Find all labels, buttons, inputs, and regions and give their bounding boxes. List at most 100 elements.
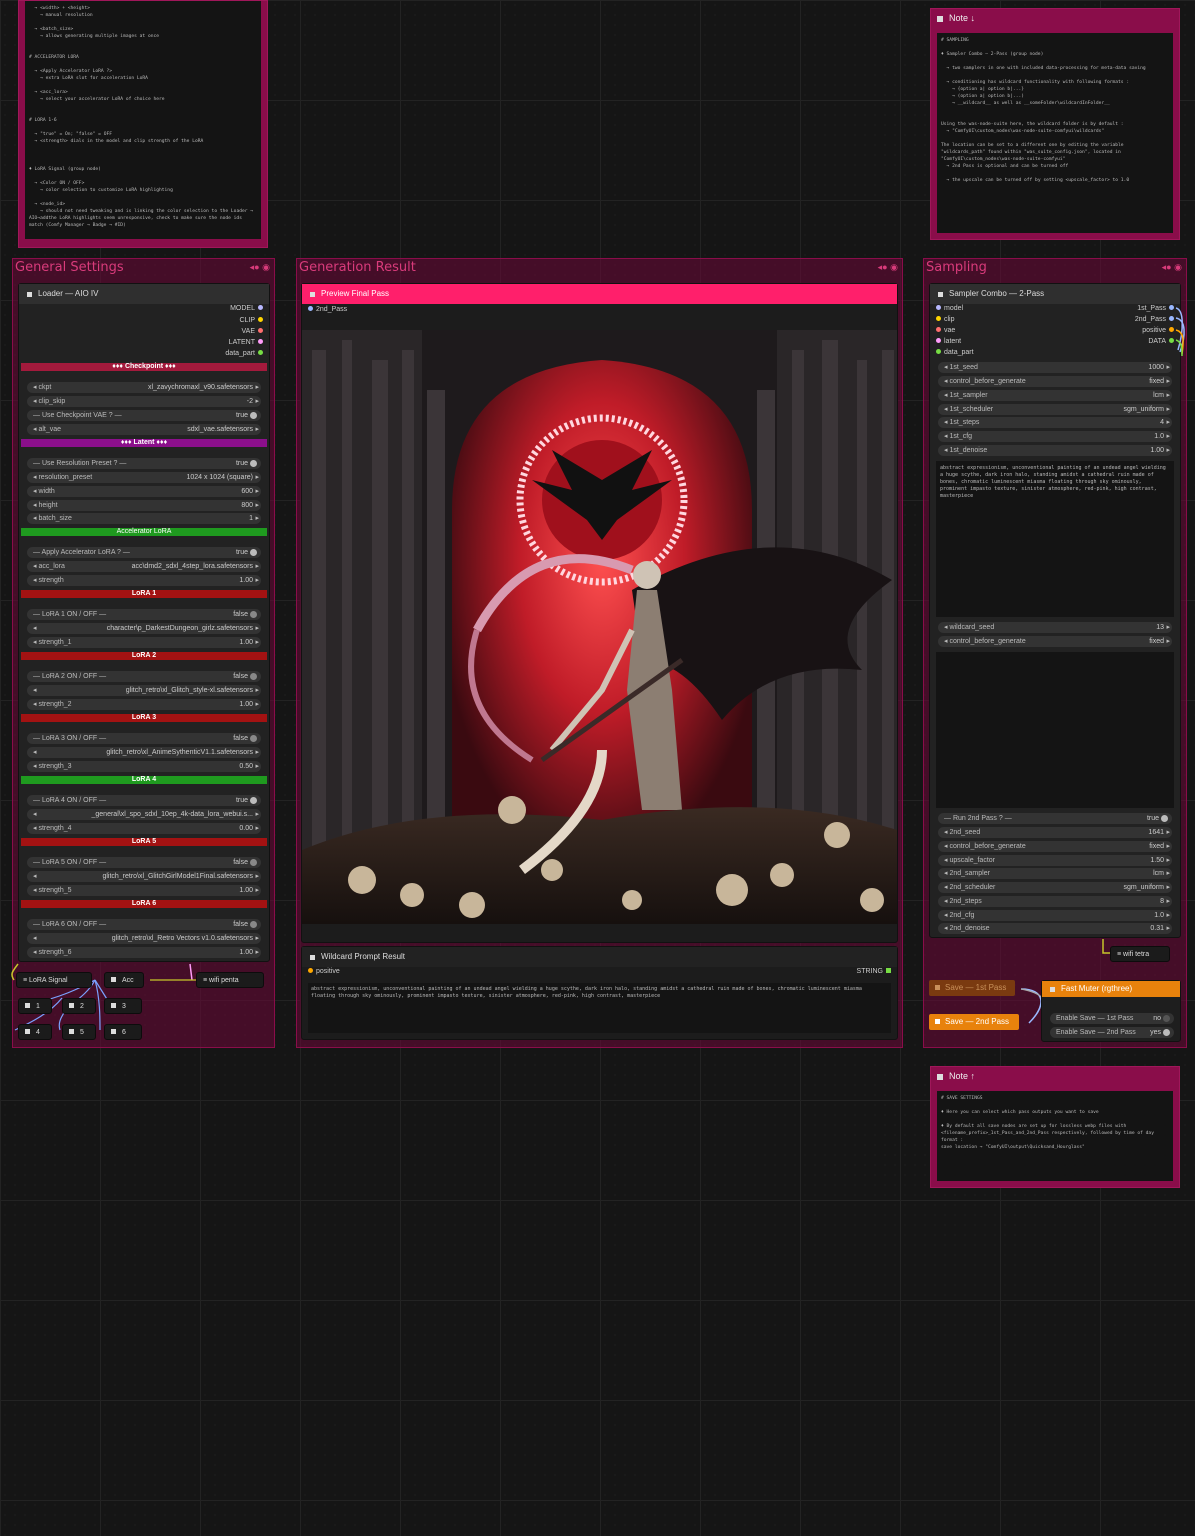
input-latent[interactable]: latent xyxy=(936,338,961,345)
signal-node-4[interactable]: 4 xyxy=(18,1024,52,1040)
width-widget[interactable]: ◂ width 600 ▸ xyxy=(27,486,261,497)
enable-save-2nd-toggle[interactable]: Enable Save — 2nd Pass yes xyxy=(1050,1027,1174,1038)
output-dot[interactable] xyxy=(258,328,263,333)
pin-icon[interactable]: ◂● xyxy=(878,262,888,272)
acc-strength-widget[interactable]: ◂ strength 1.00 ▸ xyxy=(27,575,261,586)
control-before-generate-widget[interactable]: ◂ control_before_generate fixed ▸ xyxy=(938,376,1172,387)
input-vae[interactable]: vae xyxy=(936,327,955,334)
1st-sampler-widget[interactable]: ◂ 1st_sampler lcm ▸ xyxy=(938,390,1172,401)
2nd-denoise-widget[interactable]: ◂ 2nd_denoise 0.31 ▸ xyxy=(938,923,1172,934)
2nd-sampler-widget[interactable]: ◂ 2nd_sampler lcm ▸ xyxy=(938,868,1172,879)
ckpt-widget[interactable]: ◂ ckpt xl_zavychromaxl_v90.safetensors ▸ xyxy=(27,382,261,393)
save-1st-pass-node[interactable]: Save — 1st Pass xyxy=(929,980,1015,996)
signal-node-3[interactable]: 3 xyxy=(104,998,142,1014)
lora-4-file[interactable]: ◂ _general\xl_spo_sdxl_10ep_4k-data_lora_… xyxy=(27,809,261,820)
eye-icon[interactable]: ◉ xyxy=(890,262,898,272)
lora-4-strength[interactable]: ◂ strength_4 0.00 ▸ xyxy=(27,823,261,834)
signal-node-1[interactable]: 1 xyxy=(18,998,52,1014)
wildcard-seed-widget[interactable]: ◂ wildcard_seed 13 ▸ xyxy=(938,622,1172,633)
wildcard-result-node[interactable]: Wildcard Prompt Result positive STRING a… xyxy=(301,946,898,1040)
lora-1-toggle[interactable]: — LoRA 1 ON / OFF — false xyxy=(27,609,261,620)
use-vae-toggle[interactable]: — Use Checkpoint VAE ? — true xyxy=(27,410,261,421)
loader-node[interactable]: Loader — AIO IV MODEL CLIP VAE LATENT da… xyxy=(18,283,270,962)
preview-node[interactable]: Preview Final Pass 2nd_Pass xyxy=(301,283,898,943)
1st-seed-widget[interactable]: ◂ 1st_seed 1000 ▸ xyxy=(938,362,1172,373)
lora-5-file[interactable]: ◂ glitch_retro\xl_GlitchGirlModel1Final.s… xyxy=(27,871,261,882)
output-dot[interactable] xyxy=(886,968,891,973)
output-model[interactable]: MODEL xyxy=(230,305,263,312)
node-header[interactable]: Sampler Combo — 2-Pass xyxy=(930,284,1180,304)
apply-accelerator-toggle[interactable]: — Apply Accelerator LoRA ? — true xyxy=(27,547,261,558)
lora-5-toggle[interactable]: — LoRA 5 ON / OFF — false xyxy=(27,857,261,868)
lora-1-strength[interactable]: ◂ strength_1 1.00 ▸ xyxy=(27,637,261,648)
pin-icon[interactable]: ◂● xyxy=(1162,262,1172,272)
save-2nd-pass-node[interactable]: Save — 2nd Pass xyxy=(929,1014,1019,1030)
lora-3-file[interactable]: ◂ glitch_retro\xl_AnimeSythenticV1.1.safe… xyxy=(27,747,261,758)
signal-node-2[interactable]: 2 xyxy=(62,998,96,1014)
1st-steps-widget[interactable]: ◂ 1st_steps 4 ▸ xyxy=(938,417,1172,428)
resolution-preset-widget[interactable]: ◂ resolution_preset 1024 x 1024 (square) ▸ xyxy=(27,472,261,483)
output-latent[interactable]: LATENT xyxy=(229,339,263,346)
pin-icon[interactable]: ◂● xyxy=(250,262,260,272)
wifi-tetra-node[interactable]: ≡ wifi tetra xyxy=(1110,946,1170,962)
output-vae[interactable]: VAE xyxy=(242,328,263,335)
sampler-node[interactable]: Sampler Combo — 2-Pass model clip vae la… xyxy=(929,283,1181,938)
acc-node[interactable]: Acc xyxy=(104,972,144,988)
output-dot[interactable] xyxy=(258,305,263,310)
1st-cfg-widget[interactable]: ◂ 1st_cfg 1.0 ▸ xyxy=(938,431,1172,442)
node-header[interactable]: Loader — AIO IV xyxy=(19,284,269,304)
lora-6-toggle[interactable]: — LoRA 6 ON / OFF — false xyxy=(27,919,261,930)
alt-vae-widget[interactable]: ◂ alt_vae sdxl_vae.safetensors ▸ xyxy=(27,424,261,435)
lora-3-toggle[interactable]: — LoRA 3 ON / OFF — false xyxy=(27,733,261,744)
lora-signal-node[interactable]: ≡ LoRA Signal xyxy=(16,972,92,988)
enable-save-1st-toggle[interactable]: Enable Save — 1st Pass no xyxy=(1050,1013,1174,1024)
fast-muter-node[interactable]: Fast Muter (rgthree) Enable Save — 1st P… xyxy=(1041,980,1181,1042)
lora-6-file[interactable]: ◂ glitch_retro\xl_Retro Vectors v1.0.safe… xyxy=(27,933,261,944)
negative-textarea[interactable] xyxy=(936,652,1174,808)
output-dot[interactable] xyxy=(258,350,263,355)
lora-2-toggle[interactable]: — LoRA 2 ON / OFF — false xyxy=(27,671,261,682)
lora-1-file[interactable]: ◂ character\p_DarkestDungeon_girlz.safete… xyxy=(27,623,261,634)
lora-6-strength[interactable]: ◂ strength_6 1.00 ▸ xyxy=(27,947,261,958)
upscale-factor-widget[interactable]: ◂ upscale_factor 1.50 ▸ xyxy=(938,855,1172,866)
input-data-part[interactable]: data_part xyxy=(936,349,974,356)
eye-icon[interactable]: ◉ xyxy=(262,262,270,272)
lora-2-strength[interactable]: ◂ strength_2 1.00 ▸ xyxy=(27,699,261,710)
1st-scheduler-widget[interactable]: ◂ 1st_scheduler sgm_uniform ▸ xyxy=(938,404,1172,415)
lora-5-strength[interactable]: ◂ strength_5 1.00 ▸ xyxy=(27,885,261,896)
input-model[interactable]: model xyxy=(936,305,963,312)
output-dot[interactable] xyxy=(258,317,263,322)
prompt-textarea[interactable]: abstract expressionism, unconventional p… xyxy=(936,461,1174,617)
wildcard-text[interactable]: abstract expressionism, unconventional p… xyxy=(308,983,891,1033)
2nd-scheduler-widget[interactable]: ◂ 2nd_scheduler sgm_uniform ▸ xyxy=(938,882,1172,893)
output-clip[interactable]: CLIP xyxy=(239,317,263,324)
input-dot[interactable] xyxy=(308,968,313,973)
control-before-generate-widget[interactable]: ◂ control_before_generate fixed ▸ xyxy=(938,636,1172,647)
batch-size-widget[interactable]: ◂ batch_size 1 ▸ xyxy=(27,513,261,524)
input-2nd-pass[interactable]: 2nd_Pass xyxy=(308,306,347,313)
node-header[interactable]: Wildcard Prompt Result xyxy=(302,947,897,967)
node-header[interactable]: Fast Muter (rgthree) xyxy=(1042,981,1180,997)
note-top-left[interactable]: → <width> + <height> → manual resolution… xyxy=(18,0,268,248)
note-bottom-right[interactable]: Note ↑ # SAVE SETTINGS ♦ Here you can se… xyxy=(930,1066,1180,1188)
note-top-right[interactable]: Note ↓ # SAMPLING ♦ Sampler Combo — 2-Pa… xyxy=(930,8,1180,240)
2nd-steps-widget[interactable]: ◂ 2nd_steps 8 ▸ xyxy=(938,896,1172,907)
signal-node-6[interactable]: 6 xyxy=(104,1024,142,1040)
input-dot[interactable] xyxy=(308,306,313,311)
input-dot[interactable] xyxy=(936,338,941,343)
lora-2-file[interactable]: ◂ glitch_retro\xl_Glitch_style-xl.safeten… xyxy=(27,685,261,696)
lora-4-toggle[interactable]: — LoRA 4 ON / OFF — true xyxy=(27,795,261,806)
height-widget[interactable]: ◂ height 800 ▸ xyxy=(27,500,261,511)
output-dot[interactable] xyxy=(258,339,263,344)
input-dot[interactable] xyxy=(936,316,941,321)
2nd-cfg-widget[interactable]: ◂ 2nd_cfg 1.0 ▸ xyxy=(938,910,1172,921)
control-before-generate-widget[interactable]: ◂ control_before_generate fixed ▸ xyxy=(938,841,1172,852)
output-string[interactable]: STRING xyxy=(857,968,891,975)
node-header[interactable]: Preview Final Pass xyxy=(302,284,897,304)
lora-3-strength[interactable]: ◂ strength_3 0.50 ▸ xyxy=(27,761,261,772)
run-2nd-pass-toggle[interactable]: — Run 2nd Pass ? — true xyxy=(938,813,1172,824)
wifi-penta-node[interactable]: ≡ wifi penta xyxy=(196,972,264,988)
input-dot[interactable] xyxy=(936,305,941,310)
signal-node-5[interactable]: 5 xyxy=(62,1024,96,1040)
input-dot[interactable] xyxy=(936,327,941,332)
